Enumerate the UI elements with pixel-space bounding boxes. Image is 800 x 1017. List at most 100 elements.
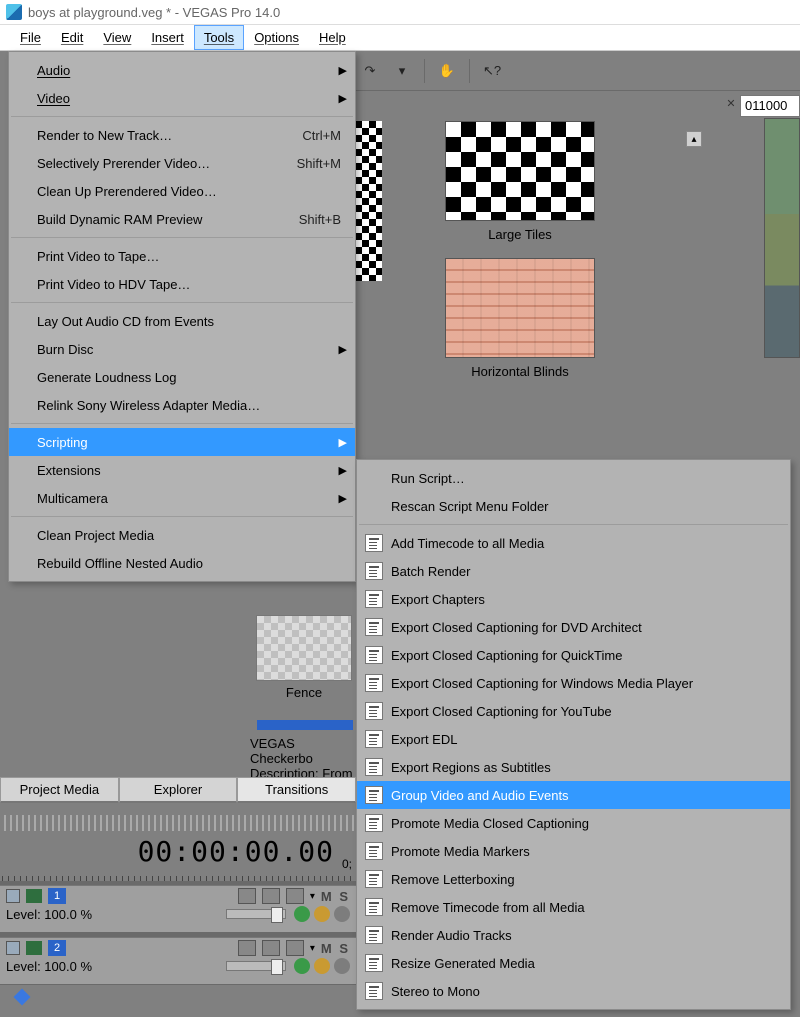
menu-file[interactable]: File	[10, 25, 51, 50]
menu-generate-loudness[interactable]: Generate Loudness Log	[9, 363, 355, 391]
menu-layout-audio-cd[interactable]: Lay Out Audio CD from Events	[9, 307, 355, 335]
panel-close-icon[interactable]: ✕	[724, 96, 738, 110]
track-type-icon[interactable]	[6, 941, 20, 955]
menu-help[interactable]: Help	[309, 25, 356, 50]
script-icon	[365, 646, 383, 664]
menu-relink-sony[interactable]: Relink Sony Wireless Adapter Media…	[9, 391, 355, 419]
tab-explorer[interactable]: Explorer	[119, 777, 238, 803]
submenu-label: Remove Letterboxing	[391, 872, 515, 887]
menu-edit[interactable]: Edit	[51, 25, 93, 50]
submenu-script-item[interactable]: Promote Media Markers	[357, 837, 790, 865]
menu-rebuild-offline-nested[interactable]: Rebuild Offline Nested Audio	[9, 549, 355, 577]
marker-bar[interactable]	[2, 815, 354, 831]
submenu-script-item[interactable]: Export Chapters	[357, 585, 790, 613]
submenu-label: Export Closed Captioning for Windows Med…	[391, 676, 693, 691]
menu-burn-disc[interactable]: Burn Disc▶	[9, 335, 355, 363]
submenu-label: Stereo to Mono	[391, 984, 480, 999]
thumbnail-preview	[256, 615, 352, 681]
mute-solo-buttons[interactable]: M S	[321, 889, 350, 904]
submenu-script-item[interactable]: Add Timecode to all Media	[357, 529, 790, 557]
submenu-script-item[interactable]: Stereo to Mono	[357, 977, 790, 1005]
menu-video[interactable]: Video▶	[9, 84, 355, 112]
submenu-label: Render Audio Tracks	[391, 928, 512, 943]
submenu-rescan[interactable]: Rescan Script Menu Folder	[357, 492, 790, 520]
track-2[interactable]: 2 ▾ M S Level: 100.0 %	[0, 937, 356, 985]
bypass-fx-icon[interactable]	[238, 888, 256, 904]
submenu-script-item[interactable]: Export Closed Captioning for QuickTime	[357, 641, 790, 669]
compositing-mode-icon[interactable]	[294, 906, 310, 922]
submenu-script-item[interactable]: Remove Letterboxing	[357, 865, 790, 893]
submenu-script-item[interactable]: Remove Timecode from all Media	[357, 893, 790, 921]
submenu-label: Export Closed Captioning for QuickTime	[391, 648, 622, 663]
menu-audio[interactable]: Audio▶	[9, 56, 355, 84]
make-parent-icon[interactable]	[334, 906, 350, 922]
frame-indicator: 0;	[342, 857, 352, 871]
submenu-script-item[interactable]: Resize Generated Media	[357, 949, 790, 977]
script-icon	[365, 870, 383, 888]
submenu-label: Promote Media Closed Captioning	[391, 816, 589, 831]
submenu-script-item[interactable]: Batch Render	[357, 557, 790, 585]
script-icon	[365, 562, 383, 580]
level-slider[interactable]	[226, 961, 286, 971]
submenu-script-item[interactable]: Export Closed Captioning for DVD Archite…	[357, 613, 790, 641]
script-icon	[365, 758, 383, 776]
track-fx-icon[interactable]	[262, 940, 280, 956]
dropdown-arrow-icon[interactable]: ▾	[388, 57, 416, 85]
submenu-script-item[interactable]: Render Audio Tracks	[357, 921, 790, 949]
track-motion-icon[interactable]	[314, 958, 330, 974]
title-bar: boys at playground.veg * - VEGAS Pro 14.…	[0, 0, 800, 25]
menu-selectively-prerender[interactable]: Selectively Prerender Video…Shift+M	[9, 149, 355, 177]
thumbnail-preview	[445, 258, 595, 358]
menu-cleanup-prerendered[interactable]: Clean Up Prerendered Video…	[9, 177, 355, 205]
menu-view[interactable]: View	[93, 25, 141, 50]
menu-extensions[interactable]: Extensions▶	[9, 456, 355, 484]
menu-print-video-hdv[interactable]: Print Video to HDV Tape…	[9, 270, 355, 298]
script-icon	[365, 926, 383, 944]
level-slider[interactable]	[226, 909, 286, 919]
menu-scripting[interactable]: Scripting▶	[9, 428, 355, 456]
transition-large-tiles[interactable]: Large Tiles	[350, 121, 690, 242]
tab-project-media[interactable]: Project Media	[0, 777, 119, 803]
menu-build-dynamic-ram[interactable]: Build Dynamic RAM PreviewShift+B	[9, 205, 355, 233]
submenu-label: Export Regions as Subtitles	[391, 760, 551, 775]
menu-tools[interactable]: Tools	[194, 25, 244, 50]
timecode-display[interactable]: 00:00:00.00	[0, 831, 356, 872]
timestamp-field[interactable]: 011000	[740, 95, 800, 117]
redo-button[interactable]: ↷	[356, 57, 384, 85]
scripting-submenu: Run Script… Rescan Script Menu Folder Ad…	[356, 459, 791, 1010]
menu-render-new-track[interactable]: Render to New Track…Ctrl+M	[9, 121, 355, 149]
video-icon	[26, 941, 42, 955]
bypass-fx-icon[interactable]	[238, 940, 256, 956]
tab-transitions[interactable]: Transitions	[237, 777, 356, 803]
hand-tool-icon[interactable]: ✋	[433, 57, 461, 85]
script-icon	[365, 618, 383, 636]
submenu-run-script[interactable]: Run Script…	[357, 464, 790, 492]
submenu-script-item[interactable]: Export EDL	[357, 725, 790, 753]
automation-icon[interactable]	[286, 888, 304, 904]
track-type-icon[interactable]	[6, 889, 20, 903]
menu-insert[interactable]: Insert	[141, 25, 194, 50]
menu-clean-project-media[interactable]: Clean Project Media	[9, 521, 355, 549]
submenu-script-item[interactable]: Promote Media Closed Captioning	[357, 809, 790, 837]
level-label: Level: 100.0 %	[6, 907, 92, 922]
compositing-mode-icon[interactable]	[294, 958, 310, 974]
track-fx-icon[interactable]	[262, 888, 280, 904]
thumbnail-label: Horizontal Blinds	[350, 364, 690, 379]
submenu-script-item[interactable]: Export Closed Captioning for Windows Med…	[357, 669, 790, 697]
transition-horizontal-blinds[interactable]: Horizontal Blinds	[350, 258, 690, 379]
submenu-script-item[interactable]: Export Regions as Subtitles	[357, 753, 790, 781]
help-icon[interactable]: ↖?	[478, 57, 506, 85]
menu-options[interactable]: Options	[244, 25, 309, 50]
keyframe-marker-icon[interactable]	[14, 989, 31, 1006]
script-icon	[365, 786, 383, 804]
menu-multicamera[interactable]: Multicamera▶	[9, 484, 355, 512]
mute-solo-buttons[interactable]: M S	[321, 941, 350, 956]
track-1[interactable]: 1 ▾ M S Level: 100.0 %	[0, 885, 356, 933]
make-parent-icon[interactable]	[334, 958, 350, 974]
submenu-script-item[interactable]: Group Video and Audio Events	[357, 781, 790, 809]
track-motion-icon[interactable]	[314, 906, 330, 922]
menu-print-video-tape[interactable]: Print Video to Tape…	[9, 242, 355, 270]
automation-icon[interactable]	[286, 940, 304, 956]
submenu-script-item[interactable]: Export Closed Captioning for YouTube	[357, 697, 790, 725]
transition-fence[interactable]: Fence	[250, 615, 358, 700]
